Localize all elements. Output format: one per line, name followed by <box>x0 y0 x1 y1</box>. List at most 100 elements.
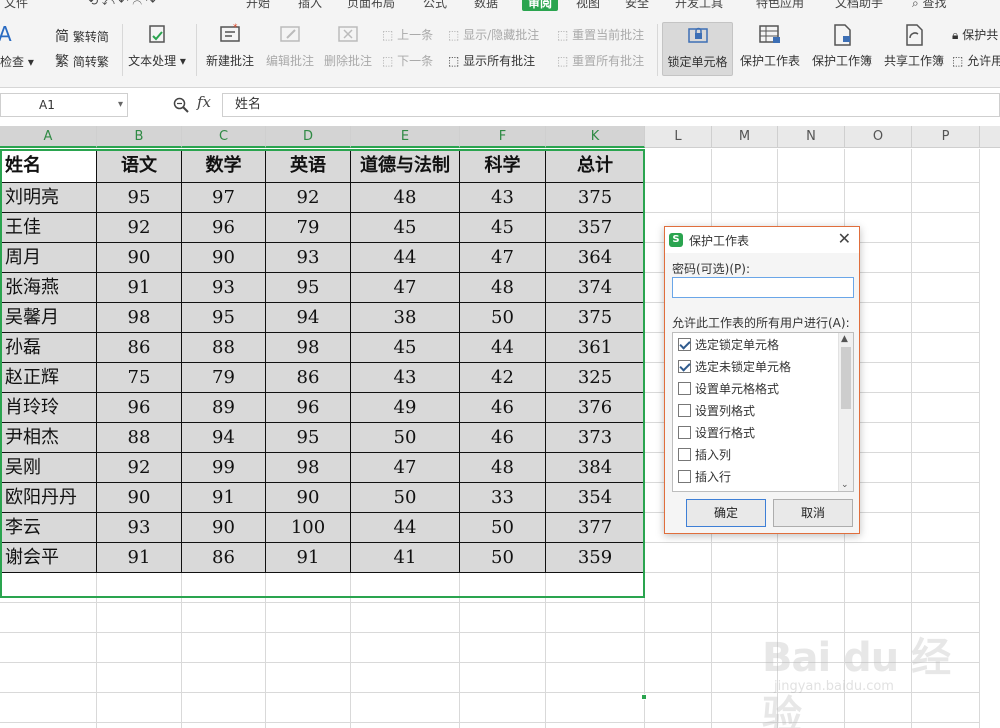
table-cell[interactable] <box>0 603 97 633</box>
table-cell[interactable]: 93 <box>182 273 266 303</box>
header-cell[interactable]: 语文 <box>97 149 182 183</box>
table-cell[interactable]: 96 <box>97 393 182 423</box>
chevron-up-icon[interactable]: ▲ <box>841 334 848 344</box>
table-cell[interactable] <box>0 633 97 663</box>
permission-item[interactable]: 插入列 <box>678 445 731 465</box>
table-cell[interactable] <box>182 603 266 633</box>
table-cell[interactable]: 吴刚 <box>0 453 97 483</box>
table-cell[interactable] <box>97 603 182 633</box>
table-cell[interactable]: 373 <box>546 423 645 453</box>
table-cell[interactable]: 91 <box>97 543 182 573</box>
table-cell[interactable]: 90 <box>182 243 266 273</box>
table-cell[interactable] <box>912 213 980 243</box>
table-cell[interactable] <box>351 603 460 633</box>
table-cell[interactable] <box>351 633 460 663</box>
table-cell[interactable]: 47 <box>460 243 546 273</box>
table-cell[interactable]: 98 <box>266 333 351 363</box>
table-cell[interactable]: 99 <box>182 453 266 483</box>
table-cell[interactable] <box>351 573 460 603</box>
table-cell[interactable]: 94 <box>266 303 351 333</box>
table-cell[interactable]: 李云 <box>0 513 97 543</box>
zoom-icon[interactable] <box>172 96 190 114</box>
permission-item[interactable]: 选定未锁定单元格 <box>678 357 791 377</box>
header-cell[interactable]: 道德与法制 <box>351 149 460 183</box>
column-header[interactable]: D <box>266 126 351 148</box>
reset-current-comment-button[interactable]: ⬚ 重置当前批注 <box>557 26 644 43</box>
undo-redo-icons[interactable]: ⟲ ⤺ ↶ ⌒ ↷ <box>88 0 156 9</box>
next-comment-button[interactable]: ⬚ 下一条 <box>382 52 433 69</box>
table-cell[interactable]: 50 <box>460 543 546 573</box>
permission-checkbox[interactable] <box>678 404 691 417</box>
table-cell[interactable]: 50 <box>351 423 460 453</box>
table-cell[interactable]: 79 <box>182 363 266 393</box>
table-cell[interactable] <box>912 393 980 423</box>
table-cell[interactable] <box>182 723 266 728</box>
edit-comment-button[interactable]: 编辑批注 <box>262 22 318 76</box>
table-cell[interactable]: 95 <box>182 303 266 333</box>
formula-input[interactable]: 姓名 <box>222 93 1000 117</box>
table-cell[interactable] <box>912 453 980 483</box>
table-cell[interactable]: 93 <box>97 513 182 543</box>
fill-handle[interactable] <box>641 694 647 700</box>
new-comment-button[interactable]: * 新建批注 <box>202 22 258 76</box>
tab-view[interactable]: 视图 <box>576 0 600 11</box>
protect-sheet-button[interactable]: 保护工作表 <box>736 22 804 76</box>
table-cell[interactable]: 90 <box>182 513 266 543</box>
lock-cell-button[interactable]: 锁定单元格 <box>662 22 733 76</box>
table-cell[interactable] <box>266 603 351 633</box>
table-cell[interactable]: 38 <box>351 303 460 333</box>
header-cell[interactable]: 姓名 <box>0 149 97 183</box>
table-cell[interactable]: 98 <box>266 453 351 483</box>
table-cell[interactable] <box>912 513 980 543</box>
table-cell[interactable]: 92 <box>97 213 182 243</box>
protect-share-button[interactable]: 🔒︎ 保护共 <box>952 26 998 43</box>
permission-item[interactable]: 设置单元格格式 <box>678 379 779 399</box>
tab-review[interactable]: 审阅 <box>522 0 559 11</box>
table-cell[interactable]: 377 <box>546 513 645 543</box>
header-cell[interactable] <box>778 149 845 183</box>
table-cell[interactable]: 96 <box>182 213 266 243</box>
table-cell[interactable] <box>460 633 546 663</box>
table-cell[interactable] <box>182 663 266 693</box>
table-cell[interactable] <box>712 573 778 603</box>
permissions-list[interactable]: 选定锁定单元格 选定未锁定单元格 设置单元格格式 设置列格式 设置行格式 插入列 插入行 ▲… <box>672 332 854 492</box>
table-cell[interactable]: 96 <box>266 393 351 423</box>
permission-checkbox[interactable] <box>678 448 691 461</box>
table-cell[interactable]: 97 <box>182 183 266 213</box>
tab-file[interactable]: 文件 <box>4 0 28 11</box>
table-cell[interactable]: 尹相杰 <box>0 423 97 453</box>
table-cell[interactable] <box>645 723 712 728</box>
table-cell[interactable]: 75 <box>97 363 182 393</box>
header-cell[interactable] <box>712 149 778 183</box>
table-cell[interactable] <box>0 573 97 603</box>
table-cell[interactable]: 47 <box>351 453 460 483</box>
table-cell[interactable]: 91 <box>97 273 182 303</box>
table-cell[interactable]: 384 <box>546 453 645 483</box>
search-tab[interactable]: ⌕ 查找 <box>912 0 947 11</box>
tab-doc-assistant[interactable]: 文档助手 <box>835 0 883 11</box>
prev-comment-button[interactable]: ⬚ 上一条 <box>382 26 433 43</box>
reset-all-comments-button[interactable]: ⬚ 重置所有批注 <box>557 52 644 69</box>
table-cell[interactable]: 48 <box>460 453 546 483</box>
table-cell[interactable] <box>0 663 97 693</box>
table-cell[interactable]: 欧阳丹丹 <box>0 483 97 513</box>
column-header[interactable]: M <box>712 126 778 148</box>
scrollbar-thumb[interactable] <box>841 347 851 409</box>
table-cell[interactable]: 50 <box>460 513 546 543</box>
tab-home[interactable]: 开始 <box>246 0 270 11</box>
table-cell[interactable] <box>460 663 546 693</box>
table-cell[interactable] <box>546 573 645 603</box>
table-cell[interactable] <box>912 483 980 513</box>
allow-edit-button[interactable]: ⬚ 允许用 <box>952 52 1000 69</box>
table-cell[interactable] <box>182 693 266 723</box>
table-cell[interactable]: 50 <box>351 483 460 513</box>
table-cell[interactable] <box>351 693 460 723</box>
table-cell[interactable]: 359 <box>546 543 645 573</box>
column-header[interactable]: F <box>460 126 546 148</box>
table-cell[interactable] <box>266 723 351 728</box>
cancel-button[interactable]: 取消 <box>773 499 853 527</box>
fx-icon[interactable]: fx <box>197 93 211 111</box>
table-cell[interactable] <box>546 663 645 693</box>
table-cell[interactable]: 44 <box>351 513 460 543</box>
table-cell[interactable]: 361 <box>546 333 645 363</box>
